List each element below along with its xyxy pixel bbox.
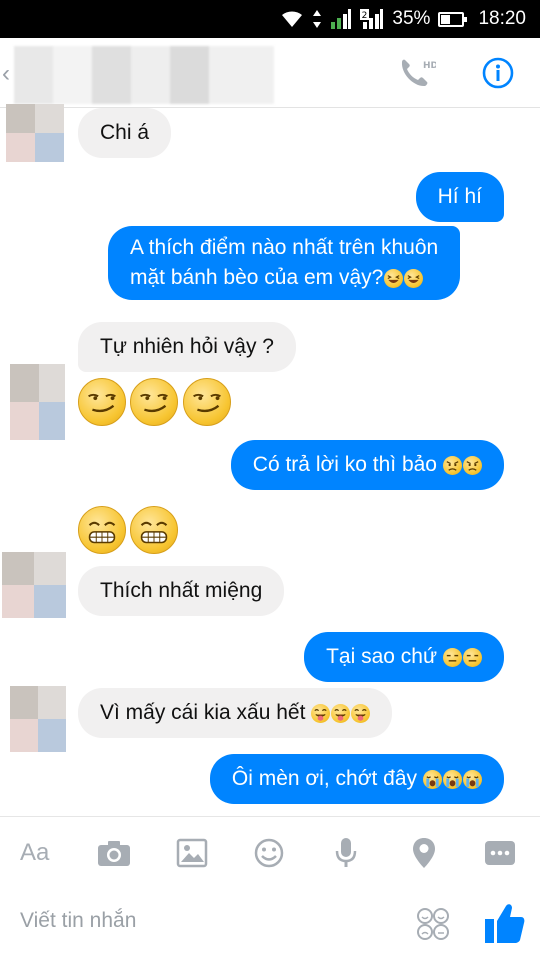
crying-emoji xyxy=(463,769,482,789)
tongue-out-emoji xyxy=(311,703,331,723)
camera-button[interactable] xyxy=(96,833,132,873)
smirk-emoji xyxy=(182,378,231,426)
message-bubble-incoming[interactable]: Tự nhiên hỏi vậy ? xyxy=(78,322,296,372)
avatar[interactable] xyxy=(6,104,64,162)
like-button[interactable] xyxy=(484,901,526,945)
crying-emoji xyxy=(443,769,462,789)
message-thread[interactable]: Chi á Hí hí A thích điểm nào nhất trên k… xyxy=(0,104,540,816)
message-bubble-outgoing[interactable]: A thích điểm nào nhất trên khuôn mặt bán… xyxy=(108,226,461,300)
voice-button[interactable] xyxy=(334,833,358,873)
avatar[interactable] xyxy=(10,364,65,440)
clock: 18:20 xyxy=(478,8,526,29)
hd-badge: HD xyxy=(423,61,436,71)
message-bubble-outgoing[interactable]: Hí hí xyxy=(415,172,504,222)
conversation-header: ‹ HD xyxy=(0,38,540,108)
composer: Aa Viết tin nhắn xyxy=(0,816,540,960)
message-bubble-incoming[interactable]: Thích nhất miệng xyxy=(78,566,285,616)
message-input[interactable]: Viết tin nhắn xyxy=(20,909,136,933)
smirk-emoji xyxy=(78,378,126,426)
tongue-out-emoji xyxy=(331,703,351,723)
camera-icon xyxy=(98,841,130,866)
info-icon xyxy=(482,57,514,89)
gallery-button[interactable] xyxy=(176,833,208,873)
sticker-icon xyxy=(417,908,449,940)
location-button[interactable] xyxy=(411,833,437,873)
message-input-placeholder: Viết tin nhắn xyxy=(20,909,137,932)
sticker-button[interactable] xyxy=(416,907,450,941)
emoji-message[interactable] xyxy=(78,378,231,426)
contact-name-blurred xyxy=(14,46,274,104)
grimace-emoji xyxy=(130,506,179,554)
angry-emoji xyxy=(443,455,462,475)
grimace-emoji xyxy=(78,506,126,554)
message-line: A thích điểm nào nhất trên khuôn xyxy=(130,236,439,259)
signal-2-icon: 2 xyxy=(360,8,384,30)
message-bubble-incoming[interactable]: Vì mấy cái kia xấu hết xyxy=(78,688,393,738)
thumbs-up-icon xyxy=(485,904,525,943)
laughing-emoji xyxy=(384,268,404,288)
crying-emoji xyxy=(423,769,442,789)
more-button[interactable] xyxy=(484,833,516,873)
expressionless-emoji xyxy=(463,647,482,667)
signal-1-icon xyxy=(330,8,352,30)
more-icon xyxy=(485,841,515,865)
message-bubble-outgoing[interactable]: Tại sao chứ xyxy=(304,632,504,682)
smirk-emoji xyxy=(130,378,179,426)
emoji-icon xyxy=(254,838,284,868)
emoji-message[interactable] xyxy=(78,506,179,554)
message-bubble-outgoing[interactable]: Ôi mèn ơi, chớt đây xyxy=(209,754,504,804)
text-format-button[interactable]: Aa xyxy=(20,833,49,873)
angry-emoji xyxy=(463,455,482,475)
location-icon xyxy=(413,838,435,868)
wifi-icon xyxy=(280,9,304,29)
hd-call-button[interactable]: HD xyxy=(396,56,438,92)
status-bar: 2 35% 18:20 xyxy=(0,0,540,38)
tongue-out-emoji xyxy=(351,703,371,723)
avatar[interactable] xyxy=(10,686,66,752)
message-line: mặt bánh bèo của em vậy? xyxy=(130,266,384,289)
back-arrow-icon[interactable]: ‹ xyxy=(2,60,10,88)
message-bubble-outgoing[interactable]: Có trả lời ko thì bảo xyxy=(230,440,504,490)
aa-label: Aa xyxy=(20,839,50,866)
data-arrows-icon xyxy=(312,9,322,29)
laughing-emoji xyxy=(404,268,424,288)
battery-percent: 35% xyxy=(392,8,431,29)
expressionless-emoji xyxy=(443,647,462,667)
battery-icon xyxy=(438,11,468,27)
sim-slot-label: 2 xyxy=(362,11,368,21)
phone-icon: HD xyxy=(401,59,438,87)
image-icon xyxy=(176,838,208,868)
microphone-icon xyxy=(335,838,357,867)
messenger-chat-screen: 2 35% 18:20 ‹ HD Chi á Hí hí A thích điể… xyxy=(0,0,540,960)
emoji-button[interactable] xyxy=(253,833,285,873)
avatar[interactable] xyxy=(2,552,66,618)
message-bubble-incoming[interactable]: Chi á xyxy=(78,108,172,158)
info-button[interactable] xyxy=(481,56,515,90)
